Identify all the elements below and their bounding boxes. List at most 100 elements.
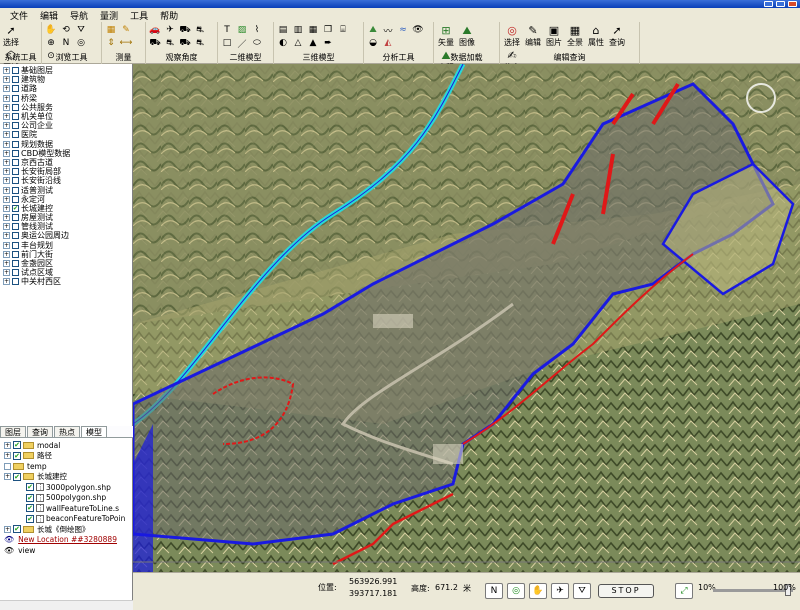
expand-icon[interactable]: + <box>3 250 10 258</box>
expand-icon[interactable]: + <box>3 223 10 231</box>
expand-icon[interactable]: + <box>3 85 10 93</box>
measure-height-icon[interactable]: ⇕ <box>104 37 118 49</box>
layer-tree-item[interactable]: + 中关村西区 <box>0 277 133 286</box>
sphere-icon[interactable]: ◐ <box>276 37 290 49</box>
attribute-button[interactable]: ⌂ 属性 <box>586 24 606 48</box>
cylinder-icon[interactable]: ⌸ <box>336 24 350 36</box>
expand-icon[interactable]: + <box>3 195 10 203</box>
layer-tree-item[interactable]: + 京西古道 <box>0 158 133 167</box>
expand-icon[interactable]: + <box>4 441 11 449</box>
layer-tree-item[interactable]: + 长安街局部 <box>0 167 133 176</box>
car-view-icon[interactable]: 🚗 <box>148 24 162 36</box>
expand-icon[interactable] <box>4 462 11 470</box>
layer-checkbox[interactable] <box>12 122 19 130</box>
expand-icon[interactable]: + <box>3 158 10 166</box>
model-checkbox[interactable]: ✔ <box>13 451 21 460</box>
fly-icon[interactable]: ⛛ <box>74 24 88 36</box>
target-icon[interactable]: ◎ <box>74 37 88 49</box>
select-edit-button[interactable]: ◎ 选择 <box>502 24 522 48</box>
pan-hand-icon[interactable]: ✋ <box>44 24 58 36</box>
panel-tab[interactable]: 图层 <box>0 426 26 437</box>
model-icon[interactable]: ▦ <box>306 24 320 36</box>
expand-icon[interactable]: + <box>3 269 10 277</box>
layer-tree-item[interactable]: + 金盏园区 <box>0 259 133 268</box>
model-checkbox[interactable]: ✔ <box>13 472 21 481</box>
map-3d-view[interactable] <box>133 64 800 572</box>
layer-tree-item[interactable]: + 丰台规划 <box>0 241 133 250</box>
slope-icon[interactable]: ◭ <box>381 37 395 49</box>
arrow-3d-icon[interactable]: ➨ <box>321 37 335 49</box>
expand-icon[interactable]: + <box>3 140 10 148</box>
rectangle-icon[interactable]: □ <box>220 37 234 49</box>
model-tree-item[interactable]: ✔ ⋮ 500polygon.shp <box>0 493 133 504</box>
layer-tree-item[interactable]: + ✔ 长城建控 <box>0 204 133 213</box>
layer-tree-item[interactable]: + 长安街沿线 <box>0 176 133 185</box>
expand-icon[interactable]: + <box>3 103 10 111</box>
layer-checkbox[interactable] <box>12 67 19 75</box>
car-top-icon[interactable]: ⛐ <box>193 24 207 36</box>
model-checkbox[interactable]: ✔ <box>13 525 21 534</box>
expand-icon[interactable]: + <box>3 204 10 212</box>
expand-icon[interactable]: + <box>3 186 10 194</box>
expand-icon[interactable]: + <box>3 214 10 222</box>
layer-checkbox[interactable] <box>12 195 19 203</box>
layer-tree-item[interactable]: + 试点区域 <box>0 268 133 277</box>
model-tree-item[interactable]: + ✔ 长城《倒绘图》 <box>0 524 133 535</box>
car-front-icon[interactable]: ⛟ <box>178 37 192 49</box>
layer-tree-item[interactable]: + 医院 <box>0 130 133 139</box>
measure-line-icon[interactable]: ✎ <box>119 24 133 36</box>
layer-checkbox[interactable] <box>12 168 19 176</box>
layer-checkbox[interactable] <box>12 158 19 166</box>
circle-icon[interactable]: ⬭ <box>250 37 264 49</box>
terrain-icon[interactable]: ⛰ <box>366 24 380 36</box>
layer-tree-item[interactable]: + 前门大街 <box>0 250 133 259</box>
expand-icon[interactable]: + <box>3 149 10 157</box>
model-tree-item[interactable]: ✔ ⋮ beaconFeatureToPoin <box>0 514 133 525</box>
expand-icon[interactable]: + <box>3 177 10 185</box>
menu-item[interactable]: 编辑 <box>34 9 64 22</box>
layer-checkbox[interactable] <box>12 103 19 111</box>
menu-item[interactable]: 文件 <box>4 9 34 22</box>
model-checkbox[interactable]: ✔ <box>26 514 34 523</box>
close-button[interactable] <box>788 1 797 7</box>
edit-button[interactable]: ✎ 编辑 <box>523 24 543 48</box>
layer-checkbox[interactable] <box>12 269 19 277</box>
layer-tree-item[interactable]: + 基础图层 <box>0 66 133 75</box>
layer-checkbox[interactable] <box>12 260 19 268</box>
zoom-icon[interactable]: ⊕ <box>44 37 58 49</box>
horizontal-scrollbar[interactable] <box>0 600 133 610</box>
picture-button[interactable]: ▣ 图片 <box>544 24 564 48</box>
measure-area-icon[interactable]: ▦ <box>104 24 118 36</box>
layer-checkbox[interactable] <box>12 149 19 157</box>
layer-tree-item[interactable]: + 桥梁 <box>0 94 133 103</box>
pyramid-icon[interactable]: ▲ <box>306 37 320 49</box>
layer-checkbox[interactable] <box>12 278 19 286</box>
menu-item[interactable]: 帮助 <box>154 9 184 22</box>
layer-checkbox[interactable] <box>12 214 19 222</box>
car-walk-icon[interactable]: ⛟ <box>178 24 192 36</box>
model-tree-item[interactable]: + ✔ modal <box>0 440 133 451</box>
layer-checkbox[interactable] <box>12 186 19 194</box>
flood-icon[interactable]: ≈ <box>396 24 410 36</box>
layer-checkbox[interactable] <box>12 131 19 139</box>
layer-checkbox[interactable] <box>12 113 19 121</box>
visibility-icon[interactable]: 👁 <box>411 24 425 36</box>
expand-icon[interactable]: + <box>3 67 10 75</box>
rotate-icon[interactable]: ⟲ <box>59 24 73 36</box>
expand-icon[interactable]: + <box>3 232 10 240</box>
menu-item[interactable]: 量测 <box>94 9 124 22</box>
layer-checkbox[interactable] <box>12 140 19 148</box>
layer-tree-item[interactable]: + 奥运公园周边 <box>0 231 133 240</box>
layer-checkbox[interactable] <box>12 76 19 84</box>
model-tree-item[interactable]: ✔ ⋮ 3000polygon.shp <box>0 482 133 493</box>
layer-checkbox[interactable] <box>12 177 19 185</box>
layer-tree-item[interactable]: + 房屋测试 <box>0 213 133 222</box>
box-icon[interactable]: ▥ <box>291 24 305 36</box>
menu-item[interactable]: 导航 <box>64 9 94 22</box>
image-layer-button[interactable]: ⛰ 图像 <box>457 24 477 48</box>
expand-icon[interactable]: + <box>3 122 10 130</box>
target-nav-button[interactable]: ◎ <box>507 583 525 599</box>
vector-button[interactable]: ⊞ 矢量 <box>436 24 456 48</box>
expand-icon[interactable]: + <box>3 94 10 102</box>
layer-checkbox[interactable] <box>12 250 19 258</box>
